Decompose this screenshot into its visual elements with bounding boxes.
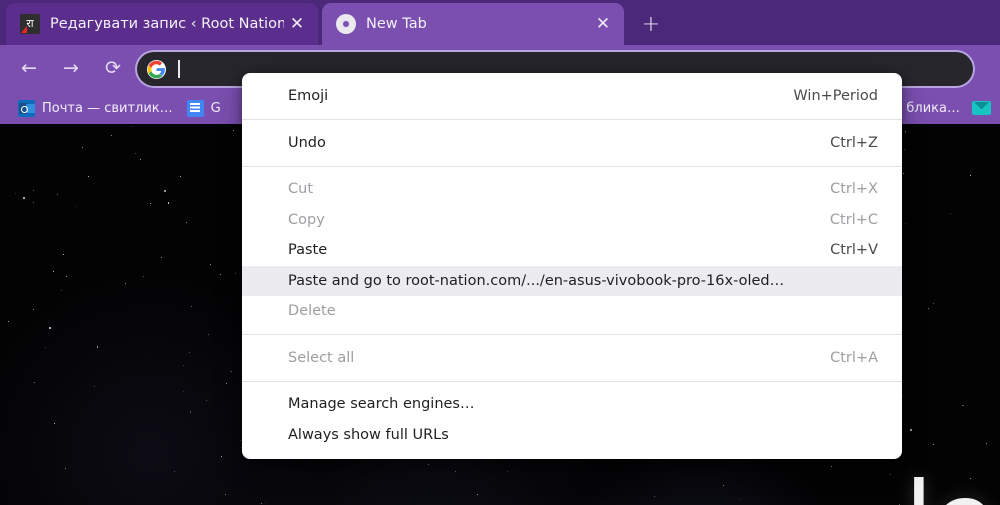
tab-strip: रा Редагувати запис ‹ Root Nation ✕ New … — [0, 0, 1000, 45]
reload-icon[interactable]: ⟳ — [98, 54, 128, 84]
browser-window: le रा Редагувати запис ‹ Root Nation ✕ N… — [0, 0, 1000, 505]
menu-separator — [242, 119, 902, 120]
tab-root-nation[interactable]: रा Редагувати запис ‹ Root Nation ✕ — [6, 3, 318, 45]
menu-item-emoji[interactable]: Emoji Win+Period — [242, 81, 902, 112]
menu-item-label: Select all — [288, 349, 355, 366]
chrome-favicon — [336, 14, 356, 34]
bookmark-pochta[interactable]: Почта — свитлик… — [11, 96, 180, 120]
menu-item-label: Delete — [288, 303, 336, 320]
menu-item-shortcut: Ctrl+C — [829, 211, 878, 228]
menu-item-shortcut: Ctrl+V — [830, 242, 878, 259]
menu-item-shortcut: Win+Period — [793, 88, 878, 105]
google-logo-partial: le — [904, 469, 996, 505]
tab-title: New Tab — [366, 16, 427, 32]
bookmark-google-docs[interactable]: G — [180, 96, 228, 120]
menu-item-label: Cut — [288, 181, 313, 198]
menu-item-delete: Delete — [242, 296, 902, 327]
menu-item-copy: Copy Ctrl+C — [242, 205, 902, 236]
menu-item-label: Paste and go to root-nation.com/.../en-a… — [288, 272, 785, 289]
menu-item-paste[interactable]: Paste Ctrl+V — [242, 235, 902, 266]
text-cursor — [178, 60, 180, 78]
menu-separator — [242, 380, 902, 382]
menu-item-label: Emoji — [288, 88, 329, 105]
root-nation-favicon: रा — [20, 14, 40, 34]
close-icon[interactable]: ✕ — [284, 11, 310, 37]
menu-item-label: Manage search engines… — [288, 396, 475, 413]
omnibox-context-menu: Emoji Win+Period Undo Ctrl+Z Cut Ctrl+X Copy Ct… — [242, 73, 902, 459]
bookmark-label-truncated[interactable]: блика… — [906, 101, 960, 116]
tab-new-tab[interactable]: New Tab ✕ — [322, 3, 624, 45]
back-arrow-icon[interactable]: ← — [14, 54, 44, 84]
menu-separator — [242, 334, 902, 335]
close-icon[interactable]: ✕ — [590, 11, 616, 37]
menu-item-shortcut: Ctrl+A — [830, 349, 878, 366]
menu-item-select-all: Select all Ctrl+A — [242, 343, 902, 374]
menu-item-undo[interactable]: Undo Ctrl+Z — [242, 128, 902, 159]
new-tab-button[interactable]: + — [636, 10, 666, 40]
menu-item-always-show-full-urls[interactable]: Always show full URLs — [242, 420, 902, 451]
menu-separator — [242, 165, 902, 167]
google-docs-icon — [186, 99, 204, 117]
google-g-icon — [147, 59, 166, 79]
menu-item-cut: Cut Ctrl+X — [242, 174, 902, 205]
bookmark-label: Почта — свитлик… — [42, 100, 173, 116]
menu-item-label: Always show full URLs — [288, 426, 449, 443]
menu-item-paste-and-go-to-root-nation-com-en-asus-[interactable]: Paste and go to root-nation.com/.../en-a… — [242, 265, 902, 296]
bookmark-label: G — [210, 100, 221, 116]
menu-item-label: Paste — [288, 242, 328, 259]
bookmarks-overflow-group: блика… — [906, 101, 991, 116]
forward-arrow-icon[interactable]: → — [56, 54, 86, 84]
menu-item-shortcut: Ctrl+X — [830, 181, 878, 198]
outlook-icon — [18, 99, 35, 117]
menu-item-manage-search-engines[interactable]: Manage search engines… — [242, 389, 902, 420]
menu-item-label: Copy — [288, 211, 325, 228]
mail-icon[interactable] — [972, 101, 991, 115]
menu-item-shortcut: Ctrl+Z — [830, 134, 878, 151]
menu-item-label: Undo — [288, 134, 326, 151]
tab-title: Редагувати запис ‹ Root Nation — [50, 16, 284, 32]
